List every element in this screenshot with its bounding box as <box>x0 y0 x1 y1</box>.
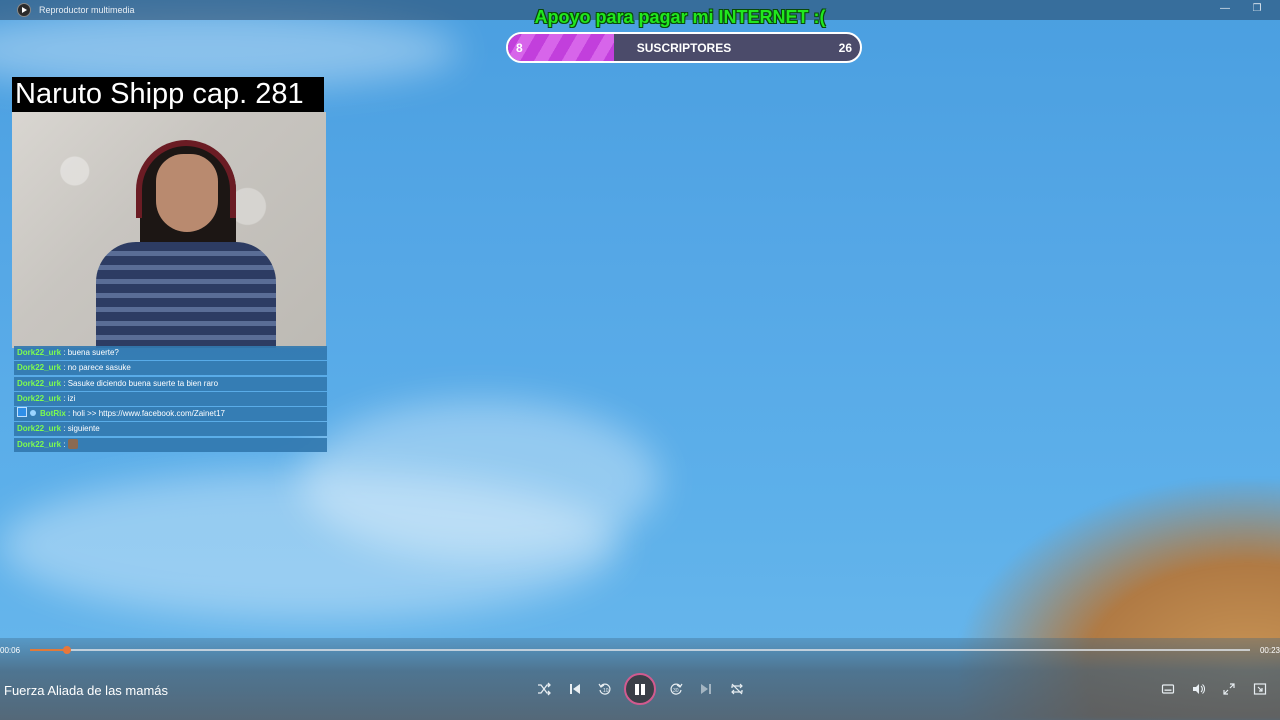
chat-username: Dork22_urk <box>17 348 62 357</box>
goal-label: SUSCRIPTORES <box>636 41 732 55</box>
webcam-feed <box>12 112 326 348</box>
chat-box: Dork22_urk : buena suerte? Dork22_urk : n… <box>14 346 327 453</box>
fullscreen-icon[interactable] <box>1220 680 1238 698</box>
chat-username: Dork22_urk <box>17 378 62 388</box>
support-banner: Apoyo para pagar mi INTERNET :( <box>534 7 826 27</box>
captions-icon[interactable] <box>1159 680 1177 698</box>
chat-message: Dork22_urk : izi <box>14 391 327 406</box>
seek-handle[interactable] <box>62 646 71 654</box>
media-player-window: Reproductor multimedia — ❐ Apoyo para pa… <box>0 0 1280 720</box>
chat-separator: : <box>61 439 68 449</box>
previous-icon[interactable] <box>566 680 584 698</box>
chat-message: Dork22_urk : Sasuke diciendo buena suert… <box>14 376 327 391</box>
verified-badge-icon <box>30 410 36 417</box>
chat-separator: : <box>61 393 68 403</box>
seek-progress <box>30 649 67 651</box>
chat-text: izi <box>67 393 76 403</box>
chat-message: Dork22_urk : no parece sasuke <box>14 361 327 376</box>
goal-end-value: 26 <box>838 41 852 55</box>
svg-text:10: 10 <box>603 688 609 694</box>
volume-icon[interactable] <box>1189 680 1207 698</box>
svg-text:30: 30 <box>673 688 679 694</box>
shuffle-icon[interactable] <box>535 680 553 698</box>
player-controls: 00:06 00:23 Fuerza Aliada de las mamás 1… <box>0 638 1280 720</box>
chat-username: BotRix <box>40 409 66 419</box>
subscriber-goal-bar: 8 SUSCRIPTORES 26 <box>506 32 862 63</box>
chat-separator: : <box>61 424 68 434</box>
forward-30-icon[interactable]: 30 <box>667 680 685 698</box>
chat-text: buena suerte? <box>67 348 119 357</box>
sky-cloud <box>300 400 660 560</box>
chat-message: Dork22_urk : <box>14 437 327 452</box>
pause-button[interactable] <box>624 673 656 705</box>
streamer-sweater <box>96 242 276 348</box>
chat-separator: : <box>61 378 68 388</box>
stream-title: Naruto Shipp cap. 281 <box>12 77 324 112</box>
bot-badge-icon <box>17 407 27 418</box>
miniplayer-icon[interactable] <box>1251 680 1269 698</box>
chat-username: Dork22_urk <box>17 393 62 403</box>
repeat-icon[interactable] <box>728 680 746 698</box>
chat-text: holi >> https://www.facebook.com/Zainet1… <box>72 409 225 419</box>
next-icon[interactable] <box>697 680 715 698</box>
now-playing-title: Fuerza Aliada de las mamás <box>4 683 169 698</box>
seek-bar[interactable] <box>30 646 1250 654</box>
chat-message: Dork22_urk : siguiente <box>14 422 327 437</box>
chat-username: Dork22_urk <box>17 424 62 434</box>
chat-text: Sasuke diciendo buena suerte ta bien rar… <box>67 378 219 388</box>
chat-message: Dork22_urk : buena suerte? <box>14 346 327 360</box>
chat-separator: : <box>61 348 68 357</box>
chat-message: BotRix : holi >> https://www.facebook.co… <box>14 407 327 422</box>
emote-icon <box>67 438 78 449</box>
chat-username: Dork22_urk <box>17 363 62 373</box>
chat-separator: : <box>61 363 68 373</box>
chat-text: siguiente <box>67 424 100 434</box>
chat-text: no parece sasuke <box>67 363 131 373</box>
rewind-10-icon[interactable]: 10 <box>596 680 614 698</box>
chat-username: Dork22_urk <box>17 439 62 449</box>
current-time: 00:06 <box>0 646 21 655</box>
total-time: 00:23 <box>1259 646 1280 655</box>
